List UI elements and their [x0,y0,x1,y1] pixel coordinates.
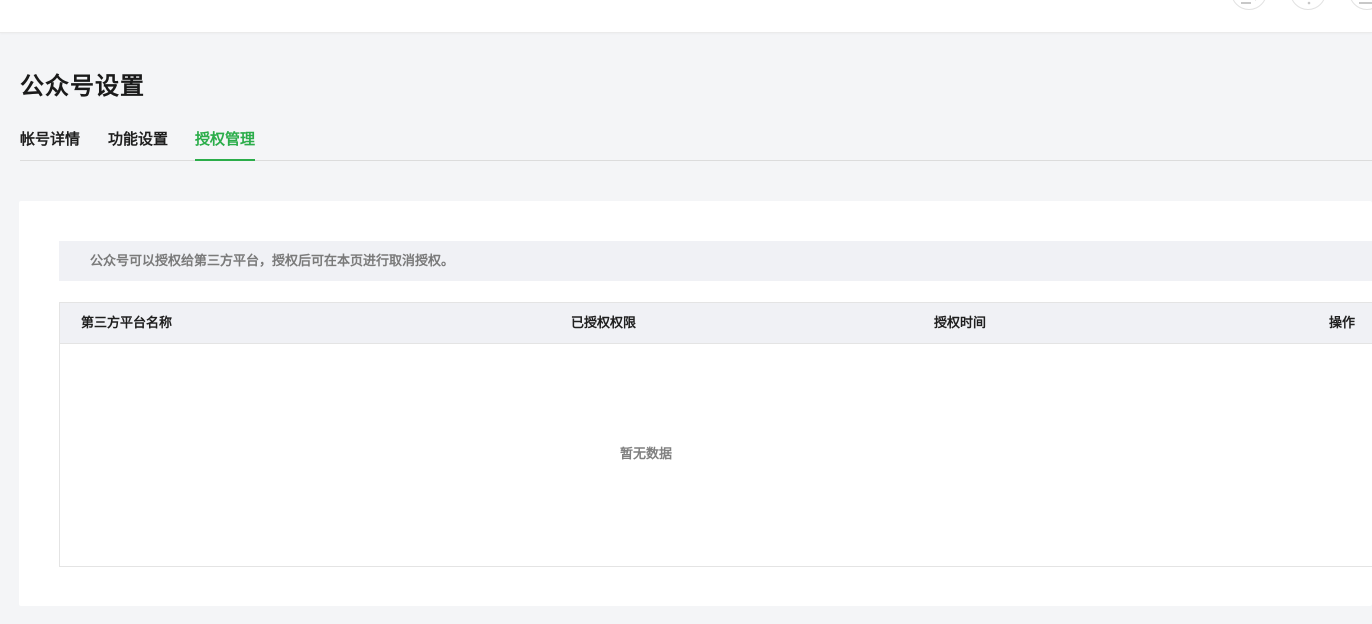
menu-icon[interactable] [1349,0,1372,10]
page-title: 公众号设置 [20,72,145,100]
settings-tabs: 帐号详情 功能设置 授权管理 [20,126,1372,161]
tab-account-details[interactable]: 帐号详情 [20,126,80,160]
authorized-platforms-table: 第三方平台名称 已授权权限 授权时间 操作 暂无数据 [59,302,1372,567]
column-header-platform-name: 第三方平台名称 [81,316,173,331]
authorization-panel: 公众号可以授权给第三方平台，授权后可在本页进行取消授权。 第三方平台名称 已授权… [19,201,1372,606]
authorization-notice: 公众号可以授权给第三方平台，授权后可在本页进行取消授权。 [59,241,1372,281]
column-header-permissions: 已授权权限 [571,316,637,331]
top-navigation-bar [0,0,1372,33]
tab-authorization-management[interactable]: 授权管理 [195,126,256,161]
column-header-authorized-time: 授权时间 [934,316,987,331]
help-icon[interactable] [1290,0,1326,10]
empty-state-text: 暂无数据 [619,447,672,462]
tab-feature-settings[interactable]: 功能设置 [108,126,168,160]
switch-icon[interactable] [1231,0,1267,10]
table-header: 第三方平台名称 已授权权限 授权时间 操作 [60,303,1372,344]
column-header-actions: 操作 [1329,316,1356,331]
